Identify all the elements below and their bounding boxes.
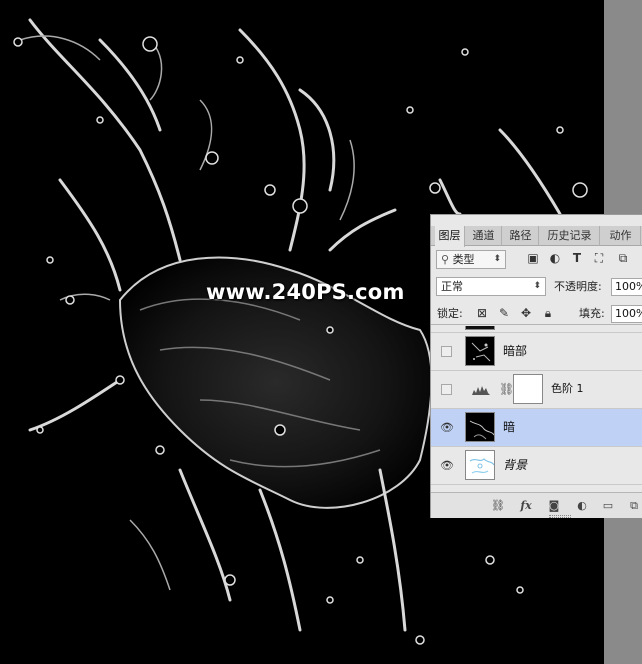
layer-row-background[interactable]: 👁︎ 背景 [431, 447, 642, 485]
lock-transparent-icon[interactable]: ⊠ [475, 306, 489, 320]
visibility-toggle[interactable] [441, 346, 452, 357]
lock-row: 锁定: ⊠ ✎ ✥ 🔒︎ 填充: 100% [431, 303, 642, 325]
mask-icon[interactable]: ◙ [547, 499, 561, 513]
fill-field[interactable]: 100% [611, 305, 642, 323]
layer-thumbnail [465, 450, 495, 480]
search-icon: ⚲ [441, 253, 453, 266]
opacity-field[interactable]: 100% [611, 278, 642, 296]
tab-history[interactable]: 历史记录 [540, 226, 600, 246]
eye-icon[interactable]: 👁︎ [440, 421, 454, 434]
chain-link-icon[interactable]: ⛓ [499, 382, 514, 396]
eye-icon[interactable]: 👁︎ [440, 459, 454, 472]
opacity-label: 不透明度: [554, 280, 602, 293]
lock-label: 锁定: [437, 307, 463, 320]
fx-icon[interactable]: fx [519, 499, 533, 513]
layer-name: 背景 [503, 458, 528, 472]
type-filter-icon[interactable]: T [570, 251, 584, 265]
blend-mode-select[interactable]: 正常 ⬍ [436, 277, 546, 296]
lock-position-icon[interactable]: ✥ [519, 306, 533, 320]
link-icon[interactable]: ⛓ [491, 499, 505, 513]
visibility-toggle[interactable] [441, 384, 452, 395]
filter-row: ⚲ 类型 ⬍ ▣ ◐ T ⛶ ⧉ [431, 248, 642, 272]
lock-image-icon[interactable]: ✎ [497, 306, 511, 320]
layer-row-dark[interactable]: 👁︎ 暗 [431, 409, 642, 447]
fill-label: 填充: [579, 307, 605, 320]
layer-list: 暗部 ⛓ 色阶 1 👁︎ 暗 👁︎ 背景 [431, 326, 642, 491]
tab-layers[interactable]: 图层 [435, 226, 465, 247]
watermark-text: www.240PS.com [206, 280, 405, 304]
smart-object-filter-icon[interactable]: ⧉ [616, 251, 630, 265]
shape-filter-icon[interactable]: ⛶ [592, 251, 606, 265]
layer-name: 色阶 1 [551, 382, 584, 395]
pixel-filter-icon[interactable]: ▣ [526, 251, 540, 265]
layer-row-levels-1[interactable]: ⛓ 色阶 1 [431, 371, 642, 409]
lock-all-icon[interactable]: 🔒︎ [541, 306, 555, 320]
adjustment-icon[interactable]: ◐ [575, 499, 589, 513]
layers-bottom-bar: ⛓ fx ◙ ◐ ▭ ⧉ [431, 492, 642, 518]
tab-actions[interactable]: 动作 [601, 226, 641, 246]
chevron-updown-icon: ⬍ [533, 281, 541, 291]
layer-row-dark-part[interactable]: 暗部 [431, 333, 642, 371]
tab-channels[interactable]: 通道 [466, 226, 502, 246]
blend-row: 正常 ⬍ 不透明度: 100% [431, 275, 642, 299]
layer-thumbnail [465, 326, 495, 330]
tab-paths[interactable]: 路径 [503, 226, 539, 246]
panel-tabs: 图层 通道 路径 历史记录 动作 [431, 226, 642, 247]
layer-thumbnail [465, 336, 495, 366]
blend-mode-value: 正常 [441, 280, 463, 293]
chevron-updown-icon: ⬍ [493, 254, 501, 264]
resize-grip[interactable] [549, 515, 571, 518]
layers-panel: 图层 通道 路径 历史记录 动作 ⚲ 类型 ⬍ ▣ ◐ T ⛶ ⧉ 正常 ⬍ 不… [430, 214, 642, 518]
filter-type-select[interactable]: ⚲ 类型 ⬍ [436, 250, 506, 269]
layer-thumbnail [465, 412, 495, 442]
filter-type-label: 类型 [452, 253, 475, 266]
layer-mask-thumbnail[interactable] [513, 374, 543, 404]
layer-name: 暗部 [503, 344, 528, 358]
layer-name: 暗 [503, 420, 516, 434]
adjustment-filter-icon[interactable]: ◐ [548, 251, 562, 265]
folder-icon[interactable]: ▭ [601, 499, 615, 513]
levels-adjustment-icon [471, 384, 491, 396]
new-layer-icon[interactable]: ⧉ [627, 499, 641, 513]
